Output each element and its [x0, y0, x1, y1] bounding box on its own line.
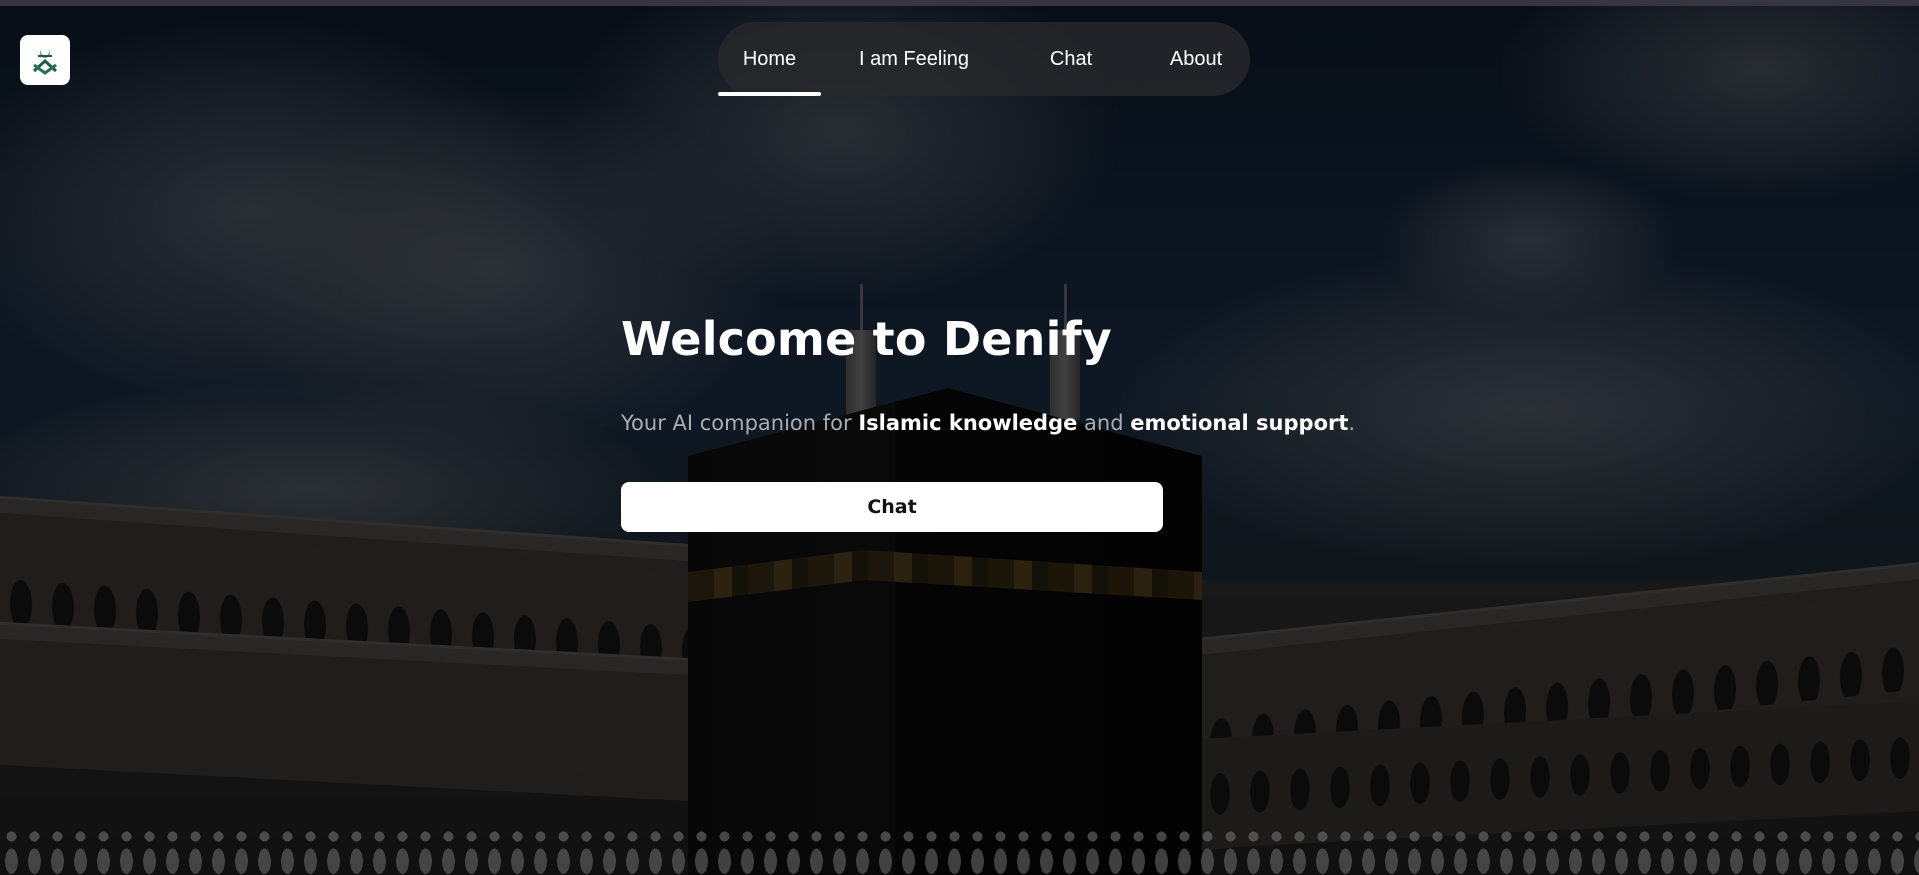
nav-item-label: Home	[742, 47, 797, 70]
nav-item-feeling[interactable]: I am Feeling	[853, 22, 975, 96]
dark-overlay	[0, 0, 1919, 875]
chat-button[interactable]: Chat	[621, 482, 1163, 532]
subtitle-suffix: .	[1348, 411, 1356, 435]
nav-item-chat[interactable]: Chat	[1045, 22, 1097, 96]
hero-subtitle: Your AI companion for Islamic knowledge …	[621, 411, 1355, 435]
hero-title: Welcome to Denify	[621, 312, 1112, 366]
nav-item-label: About	[1169, 47, 1223, 70]
subtitle-highlight-islamic: Islamic knowledge	[858, 411, 1078, 435]
main-nav: Home I am Feeling Chat About	[718, 22, 1250, 96]
chat-button-label: Chat	[867, 496, 917, 518]
page: Home I am Feeling Chat About Welcome to …	[0, 0, 1919, 875]
browser-top-strip	[0, 0, 1919, 6]
subtitle-highlight-emotional: emotional support	[1130, 411, 1349, 435]
nav-item-home[interactable]: Home	[718, 22, 821, 96]
subtitle-prefix: Your AI companion for	[621, 411, 859, 435]
subtitle-middle: and	[1077, 411, 1131, 435]
nav-item-label: Chat	[1049, 47, 1093, 70]
nav-item-label: I am Feeling	[858, 47, 970, 70]
crescent-book-icon	[32, 49, 58, 75]
background-image	[0, 0, 1919, 875]
logo[interactable]	[20, 35, 70, 85]
nav-item-about[interactable]: About	[1164, 22, 1228, 96]
